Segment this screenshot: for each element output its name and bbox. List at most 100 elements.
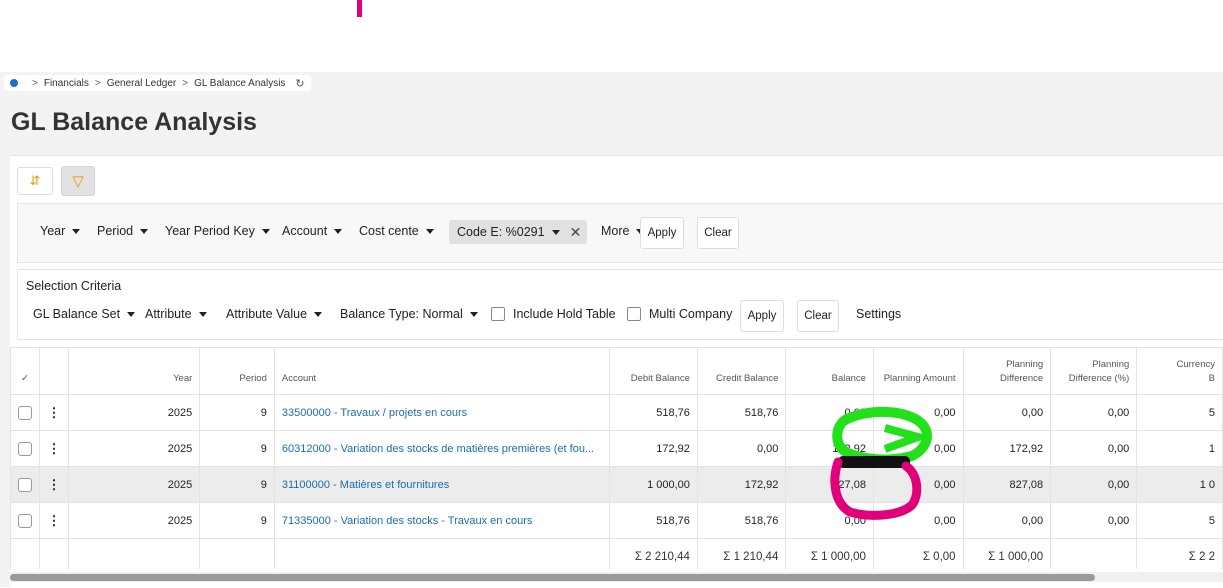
column-header-planning-difference-pct[interactable]: Planning Difference (%) <box>1050 347 1138 395</box>
table-row[interactable]: ⋮ 2025 9 33500000 - Travaux / projets en… <box>10 394 1223 431</box>
annotation-mark <box>357 0 362 17</box>
row-checkbox[interactable] <box>18 405 32 420</box>
cell-year: 2025 <box>67 502 201 539</box>
scrollbar-thumb[interactable] <box>10 574 1095 581</box>
settings-link[interactable]: Settings <box>856 307 901 321</box>
filter-chip-code-e[interactable]: Code E: %0291 ✕ <box>449 220 588 244</box>
sort-icon: ⇵ <box>29 173 41 188</box>
column-header-debit-balance[interactable]: Debit Balance <box>608 347 698 395</box>
table-row[interactable]: ⋮ 2025 9 31100000 - Matières et fournitu… <box>10 466 1223 503</box>
filter-clear-button[interactable]: Clear <box>697 217 739 249</box>
column-header-account[interactable]: Account <box>273 347 610 395</box>
filter-apply-button[interactable]: Apply <box>640 217 684 249</box>
column-header-balance[interactable]: Balance <box>785 347 874 395</box>
sort-button[interactable]: ⇵ <box>17 167 53 195</box>
account-link[interactable]: 31100000 - Matières et fournitures <box>273 466 610 503</box>
multi-company-checkbox[interactable]: Multi Company <box>627 307 732 321</box>
cell-period: 9 <box>199 502 275 539</box>
column-header-year[interactable]: Year <box>67 347 201 395</box>
table-row[interactable]: ⋮ 2025 9 60312000 - Variation des stocks… <box>10 430 1223 467</box>
cell-planning-difference-pct: 0,00 <box>1050 502 1138 539</box>
attribute-value-dropdown[interactable]: Attribute Value <box>226 307 323 321</box>
home-icon[interactable] <box>10 79 18 87</box>
total-planning-difference-pct <box>1050 538 1138 569</box>
column-header-currency-balance[interactable]: Currency B <box>1136 347 1223 395</box>
breadcrumb-financials[interactable]: Financials <box>44 78 89 89</box>
caret-down-icon <box>314 311 323 317</box>
horizontal-scrollbar[interactable] <box>10 572 1223 582</box>
cell-currency-balance: 5 <box>1136 502 1223 539</box>
row-menu-icon[interactable]: ⋮ <box>39 502 69 539</box>
cell-credit: 172,92 <box>696 466 787 503</box>
cell-currency-balance: 1 <box>1136 430 1223 467</box>
row-menu-icon[interactable]: ⋮ <box>39 466 69 503</box>
cell-year: 2025 <box>67 394 201 431</box>
caret-down-icon <box>469 311 478 317</box>
breadcrumb-gl-balance-analysis[interactable]: GL Balance Analysis <box>194 78 285 89</box>
cell-credit: 518,76 <box>696 502 787 539</box>
cell-planning-difference: 0,00 <box>962 394 1052 431</box>
row-menu-icon[interactable]: ⋮ <box>39 394 69 431</box>
filter-period[interactable]: Period <box>97 224 149 238</box>
table-row[interactable]: ⋮ 2025 9 71335000 - Variation des stocks… <box>10 502 1223 539</box>
select-all-header[interactable]: ✓ <box>10 347 40 395</box>
filter-bar: Year Period Year Period Key Account Cost… <box>17 203 1223 263</box>
balance-type-dropdown[interactable]: Balance Type: Normal <box>340 307 478 321</box>
selection-clear-button[interactable]: Clear <box>797 300 839 332</box>
filter-toggle-button[interactable]: ▽ <box>61 166 95 196</box>
column-header-planning-amount[interactable]: Planning Amount <box>872 347 964 395</box>
close-icon[interactable]: ✕ <box>570 224 582 241</box>
caret-down-icon <box>127 311 136 317</box>
filter-account[interactable]: Account <box>282 224 343 238</box>
row-checkbox[interactable] <box>18 477 32 492</box>
row-menu-icon[interactable]: ⋮ <box>39 430 69 467</box>
caret-down-icon <box>334 228 343 234</box>
refresh-icon[interactable]: ↻ <box>295 77 304 90</box>
selection-criteria-title: Selection Criteria <box>26 279 122 293</box>
cell-balance: 0,00 <box>785 502 874 539</box>
top-blank-area <box>0 0 1223 72</box>
selection-apply-button[interactable]: Apply <box>740 300 784 332</box>
column-header-planning-difference[interactable]: Planning Difference <box>962 347 1052 395</box>
row-checkbox[interactable] <box>18 441 32 456</box>
cell-debit: 1 000,00 <box>608 466 698 503</box>
cell-planning-amount: 0,00 <box>872 430 964 467</box>
total-balance: Σ 1 000,00 <box>785 538 874 569</box>
column-header-credit-balance[interactable]: Credit Balance <box>696 347 787 395</box>
filter-cost-center[interactable]: Cost cente <box>359 224 434 238</box>
caret-down-icon <box>72 228 81 234</box>
cell-planning-difference-pct: 0,00 <box>1050 394 1138 431</box>
attribute-dropdown[interactable]: Attribute <box>145 307 207 321</box>
gl-balance-set-dropdown[interactable]: GL Balance Set <box>33 307 136 321</box>
cell-debit: 172,92 <box>608 430 698 467</box>
cell-year: 2025 <box>67 466 201 503</box>
cell-currency-balance: 5 <box>1136 394 1223 431</box>
caret-down-icon[interactable] <box>551 229 560 235</box>
cell-planning-difference: 0,00 <box>962 502 1052 539</box>
cell-credit: 0,00 <box>696 430 787 467</box>
caret-down-icon <box>140 228 149 234</box>
totals-row: Σ 2 210,44 Σ 1 210,44 Σ 1 000,00 Σ 0,00 … <box>10 538 1223 569</box>
account-link[interactable]: 60312000 - Variation des stocks de matiè… <box>273 430 610 467</box>
include-hold-table-checkbox[interactable]: Include Hold Table <box>491 307 616 321</box>
cell-balance: 827,08 <box>785 466 874 503</box>
caret-down-icon <box>261 228 270 234</box>
row-checkbox[interactable] <box>18 513 32 528</box>
chevron-right-icon: > <box>94 77 101 89</box>
cell-planning-difference-pct: 0,00 <box>1050 430 1138 467</box>
breadcrumb-general-ledger[interactable]: General Ledger <box>107 78 177 89</box>
filter-icon: ▽ <box>72 173 84 190</box>
filter-year[interactable]: Year <box>40 224 81 238</box>
cell-planning-difference: 827,08 <box>962 466 1052 503</box>
account-link[interactable]: 33500000 - Travaux / projets en cours <box>273 394 610 431</box>
breadcrumb: > Financials > General Ledger > GL Balan… <box>4 75 311 91</box>
cell-balance: 172,92 <box>785 430 874 467</box>
column-header-period[interactable]: Period <box>199 347 275 395</box>
filter-year-period-key[interactable]: Year Period Key <box>165 224 270 238</box>
account-link[interactable]: 71335000 - Variation des stocks - Travau… <box>273 502 610 539</box>
filter-more[interactable]: More <box>601 224 645 238</box>
total-debit: Σ 2 210,44 <box>608 538 698 569</box>
cell-planning-difference-pct: 0,00 <box>1050 466 1138 503</box>
page-title: GL Balance Analysis <box>11 108 257 136</box>
cell-year: 2025 <box>67 430 201 467</box>
